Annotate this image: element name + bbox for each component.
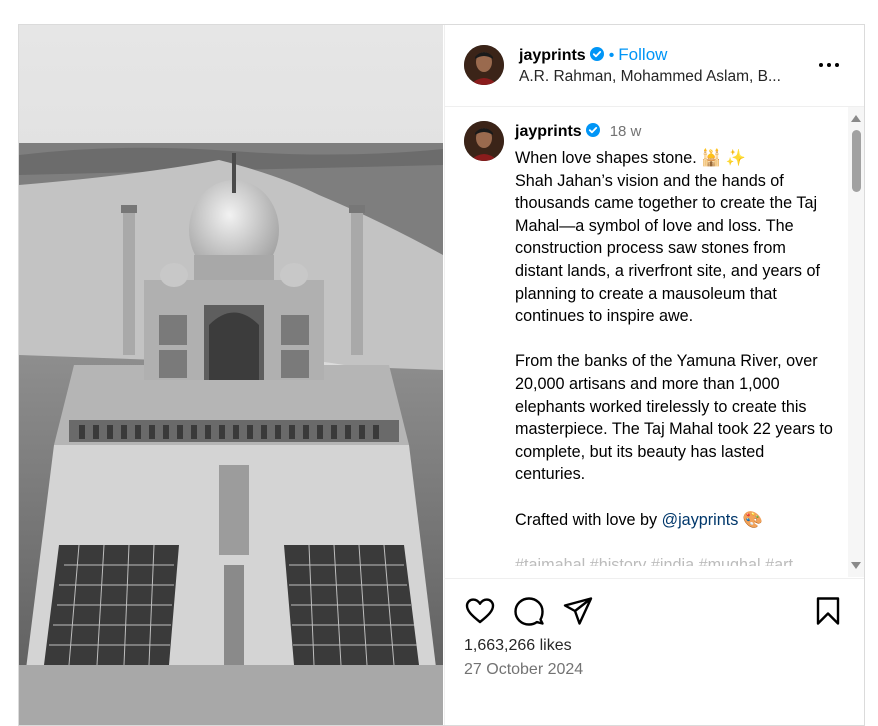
mention-link[interactable]: @jayprints [662, 511, 739, 529]
post-time[interactable]: 18 w [610, 123, 642, 140]
hashtags-line: #tajmahal #history #india #mughal #art [515, 555, 794, 566]
caption-paragraph-1: Shah Jahan’s vision and the hands of tho… [515, 171, 821, 326]
verified-badge-icon [585, 123, 600, 137]
caption-line-1: When love shapes stone. 🕌 ✨ [515, 149, 747, 167]
post-date[interactable]: 27 October 2024 [464, 661, 583, 679]
scroll-thumb[interactable] [852, 130, 861, 192]
scroll-down-arrow-icon[interactable] [851, 562, 861, 569]
like-heart-icon[interactable] [464, 595, 496, 627]
post-actions: 1,663,266 likes 27 October 2024 [445, 578, 864, 725]
comment-avatar[interactable] [464, 121, 504, 161]
follow-button[interactable]: Follow [618, 45, 667, 64]
post-header: jayprints • Follow A.R. Rahman, Mohammed A… [445, 25, 864, 107]
header-title: jayprints • Follow [519, 45, 667, 65]
more-options-icon[interactable] [817, 55, 841, 75]
likes-count[interactable]: 1,663,266 likes [464, 637, 572, 655]
post-dialog: jayprints • Follow A.R. Rahman, Mohammed A… [18, 24, 865, 726]
post-details-panel: jayprints • Follow A.R. Rahman, Mohammed A… [444, 25, 864, 725]
audio-credit[interactable]: A.R. Rahman, Mohammed Aslam, B... [519, 68, 809, 86]
caption-emoji: 🎨 [738, 510, 764, 529]
separator-dot: • [608, 47, 615, 64]
save-bookmark-icon[interactable] [812, 595, 844, 627]
comments-section[interactable]: jayprints 18 w When love shapes stone. 🕌 … [445, 107, 864, 577]
caption: When love shapes stone. 🕌 ✨ Shah Jahan’s… [515, 147, 833, 566]
scroll-up-arrow-icon[interactable] [851, 115, 861, 122]
verified-badge-icon [589, 47, 604, 61]
caption-paragraph-2: From the banks of the Yamuna River, over… [515, 352, 833, 484]
taj-mahal-photo [19, 25, 443, 725]
comments-scrollbar[interactable] [848, 107, 864, 577]
share-paper-plane-icon[interactable] [562, 595, 594, 627]
username[interactable]: jayprints [519, 47, 586, 64]
avatar[interactable] [464, 45, 504, 85]
post-image[interactable] [19, 25, 443, 725]
profile-picture [464, 45, 504, 85]
comment-header: jayprints 18 w [515, 123, 641, 141]
caption-credit-text: Crafted with love by [515, 510, 662, 529]
caption-paragraph-3: Crafted with love by @jayprints 🎨 [515, 509, 833, 532]
profile-picture [464, 121, 504, 161]
comment-bubble-icon[interactable] [513, 595, 545, 627]
comment-username[interactable]: jayprints [515, 123, 582, 140]
